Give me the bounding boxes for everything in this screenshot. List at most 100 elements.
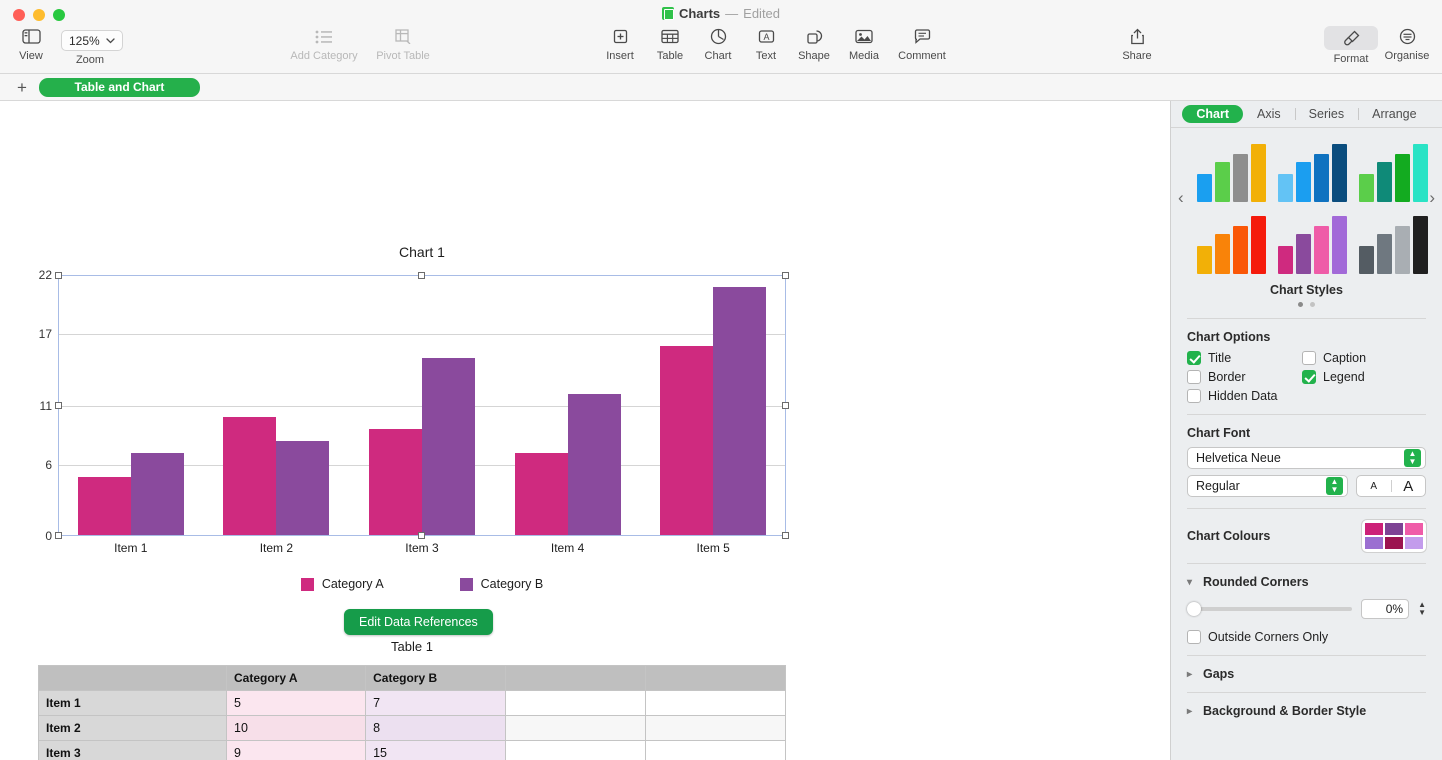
legend-item[interactable]: Category A (301, 577, 384, 591)
style-page-dots[interactable] (1197, 302, 1416, 307)
pivot-table-icon (395, 26, 412, 47)
bar-category-b-item-1[interactable] (131, 453, 184, 536)
table-title[interactable]: Table 1 (38, 639, 786, 654)
font-style-stepper-icon[interactable]: ▲▼ (1326, 477, 1343, 495)
chart-style-thumbnail-1[interactable] (1197, 140, 1266, 202)
paintbrush-icon (1324, 26, 1378, 50)
sheet-tab-table-and-chart[interactable]: Table and Chart (39, 78, 200, 97)
edit-data-references-button[interactable]: Edit Data References (344, 609, 493, 635)
decrease-font-size-button[interactable]: A (1357, 481, 1391, 492)
font-size-buttons[interactable]: A A (1356, 475, 1426, 497)
chart-colours-swatch-button[interactable] (1362, 520, 1426, 552)
table-row[interactable]: Item 3915 (39, 741, 786, 760)
table-row[interactable]: Item 2108 (39, 716, 786, 741)
bar-category-b-item-2[interactable] (276, 441, 329, 536)
bar-category-a-item-4[interactable] (515, 453, 568, 536)
chart-title[interactable]: Chart 1 (58, 244, 786, 260)
bar-category-a-item-2[interactable] (223, 417, 276, 536)
cell-category-b[interactable]: 7 (366, 691, 506, 716)
legend-label: Category A (322, 577, 384, 591)
chart-plot-area[interactable] (58, 275, 786, 536)
bar-category-a-item-3[interactable] (369, 429, 422, 536)
chart-style-thumbnail-6[interactable] (1359, 212, 1428, 274)
column-header-category-a[interactable]: Category A (227, 666, 366, 691)
cell-category-b[interactable]: 8 (366, 716, 506, 741)
column-header-e[interactable] (646, 666, 786, 691)
cell-empty-e[interactable] (646, 716, 786, 741)
gaps-disclosure[interactable]: ▸ Gaps (1187, 667, 1426, 681)
checkbox-label: Hidden Data (1208, 389, 1278, 403)
cell-empty-d[interactable] (506, 691, 646, 716)
increase-font-size-button[interactable]: A (1392, 478, 1426, 495)
legend-item[interactable]: Category B (460, 577, 544, 591)
organise-button[interactable]: Organise (1376, 26, 1438, 62)
chevron-left-icon[interactable]: ‹ (1178, 188, 1184, 208)
chart-style-thumbnail-5[interactable] (1278, 212, 1347, 274)
sheet-canvas[interactable]: Chart 1 22171160 Item 1Item (0, 101, 1170, 760)
column-header-d[interactable] (506, 666, 646, 691)
cell-empty-d[interactable] (506, 741, 646, 760)
checkbox-legend[interactable]: Legend (1302, 370, 1426, 384)
row-header[interactable]: Item 1 (39, 691, 227, 716)
slider-knob[interactable] (1187, 602, 1201, 616)
format-button[interactable]: Format (1320, 26, 1382, 65)
column-header-category-b[interactable]: Category B (366, 666, 506, 691)
bar-category-b-item-4[interactable] (568, 394, 621, 536)
media-button[interactable]: Media (833, 26, 895, 62)
chart-legend[interactable]: Category A Category B (58, 577, 786, 591)
rounded-corners-disclosure[interactable]: ▾ Rounded Corners (1187, 575, 1426, 589)
bar-category-b-item-3[interactable] (422, 358, 475, 536)
bar-group[interactable] (640, 275, 786, 536)
chart-style-thumbnail-4[interactable] (1197, 212, 1266, 274)
cell-empty-e[interactable] (646, 691, 786, 716)
checkbox-title[interactable]: Title (1187, 351, 1302, 365)
chevron-right-icon[interactable]: › (1429, 188, 1435, 208)
inspector-tab-axis[interactable]: Axis (1243, 105, 1295, 123)
font-style-select[interactable]: Regular ▲▼ (1187, 475, 1348, 497)
rounded-corners-value[interactable]: 0% (1361, 599, 1409, 619)
inspector-tab-chart[interactable]: Chart (1182, 105, 1243, 123)
font-family-stepper-icon[interactable]: ▲▼ (1404, 449, 1421, 467)
cell-empty-e[interactable] (646, 741, 786, 760)
bar-group[interactable] (58, 275, 204, 536)
table-row[interactable]: Item 157 (39, 691, 786, 716)
zoom-select[interactable]: 125% (61, 30, 123, 51)
chart-style-grid (1197, 140, 1416, 274)
bar-group[interactable] (349, 275, 495, 536)
bar-category-a-item-5[interactable] (660, 346, 713, 536)
cell-category-a[interactable]: 5 (227, 691, 366, 716)
chart-style-thumbnail-2[interactable] (1278, 140, 1347, 202)
bar-group[interactable] (204, 275, 350, 536)
rounded-corners-slider[interactable] (1187, 607, 1352, 611)
cell-category-a[interactable]: 10 (227, 716, 366, 741)
outside-corners-only-checkbox[interactable]: Outside Corners Only (1187, 630, 1426, 644)
data-table[interactable]: Category A Category B Item 157Item 2108I… (38, 665, 786, 760)
background-border-disclosure[interactable]: ▸ Background & Border Style (1187, 704, 1426, 718)
cell-category-a[interactable]: 9 (227, 741, 366, 760)
checkbox-box (1187, 389, 1201, 403)
inspector-tab-arrange[interactable]: Arrange (1358, 105, 1430, 123)
share-button[interactable]: Share (1106, 26, 1168, 62)
checkbox-caption[interactable]: Caption (1302, 351, 1426, 365)
page-dot-1[interactable] (1298, 302, 1303, 307)
add-sheet-button[interactable]: + (14, 79, 30, 96)
table-corner-cell[interactable] (39, 666, 227, 691)
row-header[interactable]: Item 3 (39, 741, 227, 760)
view-button[interactable]: View (0, 26, 62, 62)
chart-style-thumbnail-3[interactable] (1359, 140, 1428, 202)
rounded-corners-stepper-icon[interactable]: ▲▼ (1418, 601, 1426, 617)
cell-empty-d[interactable] (506, 716, 646, 741)
colour-swatch-2 (1385, 523, 1403, 535)
font-family-select[interactable]: Helvetica Neue ▲▼ (1187, 447, 1426, 469)
inspector-tab-series[interactable]: Series (1295, 105, 1358, 123)
thumbnail-bar (1314, 226, 1329, 274)
page-dot-2[interactable] (1310, 302, 1315, 307)
bar-group[interactable] (495, 275, 641, 536)
comment-button[interactable]: Comment (891, 26, 953, 62)
checkbox-border[interactable]: Border (1187, 370, 1302, 384)
row-header[interactable]: Item 2 (39, 716, 227, 741)
cell-category-b[interactable]: 15 (366, 741, 506, 760)
checkbox-hidden-data[interactable]: Hidden Data (1187, 389, 1302, 403)
bar-category-a-item-1[interactable] (78, 477, 131, 536)
bar-category-b-item-5[interactable] (713, 287, 766, 536)
